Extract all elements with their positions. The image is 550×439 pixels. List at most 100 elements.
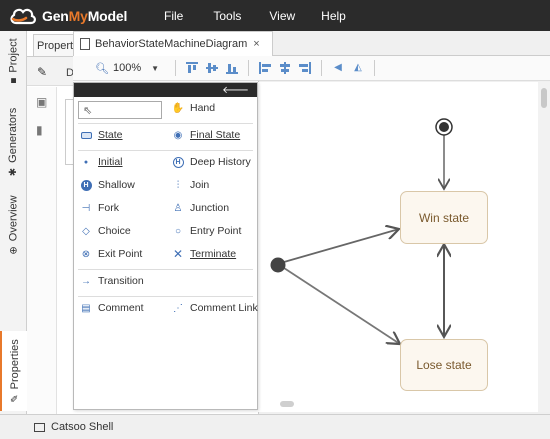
tool-terminate-label: Terminate [190, 248, 237, 260]
tool-junction-label: Junction [190, 202, 230, 214]
tool-join[interactable]: ⫶ Join [172, 179, 210, 191]
palette-divider [78, 123, 253, 124]
tab-overview-label: Overview [7, 195, 20, 242]
tool-comment[interactable]: ▤ Comment [80, 302, 143, 314]
diagram-canvas[interactable] [258, 82, 538, 412]
state-win[interactable]: Win state [400, 191, 488, 244]
comment-link-icon: ⋰ [173, 302, 183, 314]
tab-overview[interactable]: ⊕ Overview [0, 189, 27, 261]
tool-exit-point[interactable]: ⊗ Exit Point [80, 248, 143, 260]
final-state-icon: ◉ [173, 129, 183, 141]
state-icon [80, 129, 92, 141]
palette-divider [78, 269, 253, 270]
palette-divider [78, 296, 253, 297]
tool-deep-history[interactable]: H Deep History [172, 156, 251, 168]
tab-properties-label: Properties [8, 339, 21, 390]
junction-icon: ♙ [173, 202, 183, 214]
tab-properties[interactable]: ✎ Properties [0, 331, 27, 411]
tool-join-label: Join [190, 179, 210, 191]
genmymodel-logo[interactable]: GenMyModel [8, 5, 148, 27]
logo-text: GenMyModel [42, 7, 128, 24]
cloud-logo-icon [8, 5, 38, 27]
app-header: GenMyModel File Tools View Help [0, 0, 550, 31]
bottom-status-bar: Catsoo Shell [0, 414, 550, 439]
tool-choice[interactable]: ◇ Choice [80, 225, 131, 237]
exit-point-icon: ⊗ [81, 248, 91, 260]
menu-tools[interactable]: Tools [213, 9, 241, 23]
bookmark-icon[interactable]: ▮ [36, 123, 43, 137]
tool-fork[interactable]: ⊣ Fork [80, 202, 119, 214]
zoom-dropdown[interactable]: 🔍︎ 100% ▼ [95, 62, 159, 75]
vertical-scrollbar[interactable] [538, 82, 550, 412]
catsoo-shell-tab[interactable]: Catsoo Shell [51, 421, 113, 433]
tool-shallow-label: Shallow [98, 179, 135, 191]
tool-palette: 🡐 ⇖ ✋ Hand State ◉ Final State ● Initial HD… [73, 82, 258, 410]
edit-pencil-icon[interactable]: ✎ [37, 65, 47, 79]
tab-generators[interactable]: ✱ Generators [0, 101, 27, 183]
tab-behavior-state-machine-diagram[interactable]: BehaviorStateMachineDiagram × [73, 31, 273, 56]
tool-transition-label: Transition [98, 275, 144, 287]
tab-generators-label: Generators [7, 107, 20, 163]
hand-icon: ✋ [171, 102, 185, 114]
tool-shallow[interactable]: H Shallow [80, 179, 135, 191]
align-middle-icon[interactable] [205, 61, 219, 75]
properties-side-toolbar: ▣ ▮ [27, 87, 57, 414]
choice-icon: ◇ [82, 225, 90, 237]
edit-document-icon[interactable]: ▣ [36, 95, 47, 109]
terminate-icon: ✕ [172, 247, 184, 261]
folder-icon: ■ [8, 77, 20, 84]
initial-icon: ● [83, 158, 89, 166]
shallow-history-icon: H [80, 179, 92, 191]
tool-state-label: State [98, 129, 123, 141]
tool-hand[interactable]: ✋ Hand [172, 102, 215, 114]
close-icon[interactable]: × [253, 38, 259, 50]
tool-final-state[interactable]: ◉ Final State [172, 129, 241, 141]
toolbar-divider [321, 60, 323, 76]
tool-initial[interactable]: ● Initial [80, 156, 123, 168]
overview-icon: ⊕ [8, 246, 20, 255]
collapse-arrow-icon[interactable]: 🡐 [222, 84, 249, 96]
arrow-left-icon[interactable]: ◀ [331, 61, 345, 75]
palette-divider [78, 150, 253, 151]
toolbar-divider [248, 60, 250, 76]
tool-final-state-label: Final State [190, 129, 241, 141]
tool-junction[interactable]: ♙ Junction [172, 202, 230, 214]
vertical-scroll-thumb[interactable] [541, 88, 547, 108]
align-right-icon[interactable] [298, 61, 312, 75]
tool-entry-point-label: Entry Point [190, 225, 242, 237]
zoom-value: 100% [112, 62, 142, 74]
palette-header: 🡐 [74, 83, 257, 97]
state-lose-label: Lose state [416, 358, 472, 372]
deep-history-icon: H [172, 156, 184, 168]
editor-toolbar: 🔍︎ 100% ▼ ◀ ◭ [73, 56, 550, 81]
document-icon [80, 38, 90, 50]
toolbar-divider [374, 60, 376, 76]
tool-comment-link-label: Comment Link [190, 302, 258, 314]
align-top-icon[interactable] [185, 61, 199, 75]
join-icon: ⫶ [176, 179, 180, 191]
tool-choice-label: Choice [98, 225, 131, 237]
state-lose[interactable]: Lose state [400, 339, 488, 391]
editor-tab-title: BehaviorStateMachineDiagram [95, 38, 248, 50]
align-bottom-icon[interactable] [225, 61, 239, 75]
tool-exit-point-label: Exit Point [98, 248, 143, 260]
align-left-icon[interactable] [258, 61, 272, 75]
horizontal-scroll-thumb[interactable] [280, 401, 294, 407]
tool-fork-label: Fork [98, 202, 119, 214]
tool-initial-label: Initial [98, 156, 123, 168]
tab-project-label: Project [7, 38, 20, 73]
tool-terminate[interactable]: ✕ Terminate [172, 247, 237, 261]
tab-project[interactable]: ■ Project [0, 35, 27, 87]
menu-view[interactable]: View [269, 9, 295, 23]
tool-transition[interactable]: → Transition [80, 275, 144, 287]
tool-state[interactable]: State [80, 129, 123, 141]
palette-search-input[interactable]: ⇖ [78, 101, 162, 119]
left-vertical-rail: ■ Project ✱ Generators ⊕ Overview ✎ Prop… [0, 31, 27, 414]
tool-entry-point[interactable]: ○ Entry Point [172, 225, 241, 237]
align-center-icon[interactable] [278, 61, 292, 75]
menu-file[interactable]: File [164, 9, 183, 23]
menu-help[interactable]: Help [321, 9, 346, 23]
state-win-label: Win state [418, 210, 469, 225]
tool-comment-link[interactable]: ⋰ Comment Link [172, 302, 258, 314]
flip-icon[interactable]: ◭ [351, 61, 365, 75]
